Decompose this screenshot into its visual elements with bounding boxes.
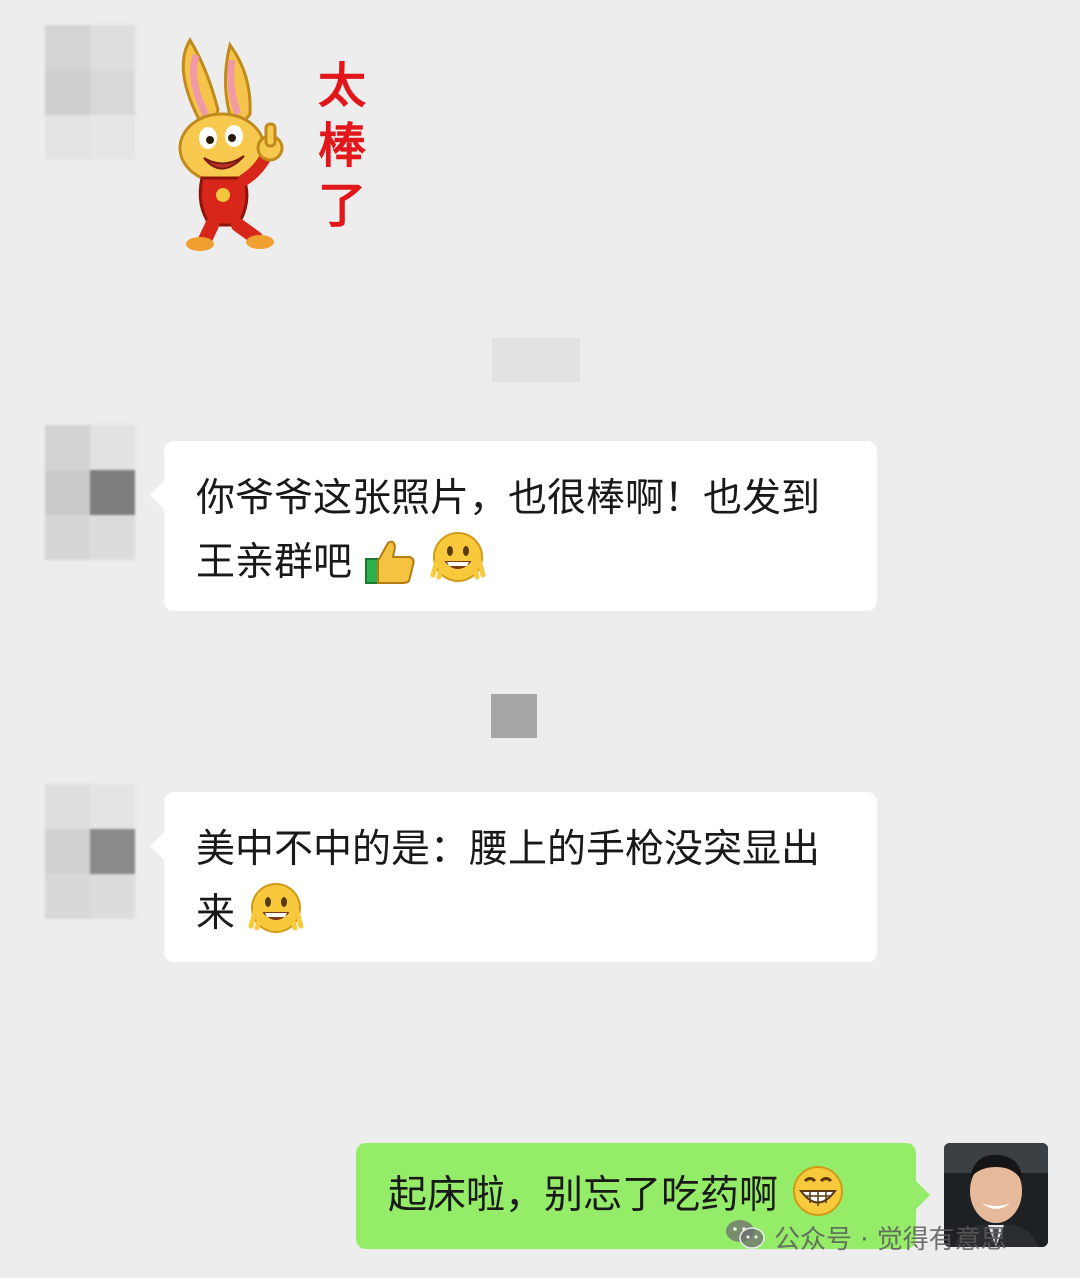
wechat-icon [724, 1217, 766, 1258]
rabbit-sticker[interactable]: 太棒了 [160, 30, 380, 255]
grin-peace-icon [429, 531, 487, 605]
avatar-other-2[interactable] [45, 425, 135, 560]
watermark-text: 公众号 · 觉得有意思 [774, 1224, 1007, 1255]
message-text-3: 起床啦，别忘了吃药啊 [388, 1173, 779, 1218]
avatar-other-1[interactable] [45, 25, 135, 160]
timestamp-blur-2 [491, 694, 537, 738]
sticker-caption: 太棒了 [317, 58, 366, 234]
avatar-other-3[interactable] [45, 784, 135, 919]
grin-peace-icon [247, 882, 305, 956]
thumbs-up-icon [364, 537, 416, 605]
message-bubble-1[interactable]: 你爷爷这张照片，也很棒啊！也发到王亲群吧 [150, 441, 877, 611]
timestamp-blur [492, 338, 580, 382]
watermark: 公众号 · 觉得有意思 [724, 1214, 1007, 1260]
message-text-1: 你爷爷这张照片，也很棒啊！也发到王亲群吧 [196, 476, 821, 585]
message-bubble-2[interactable]: 美中不中的是：腰上的手枪没突显出来 [150, 792, 877, 962]
